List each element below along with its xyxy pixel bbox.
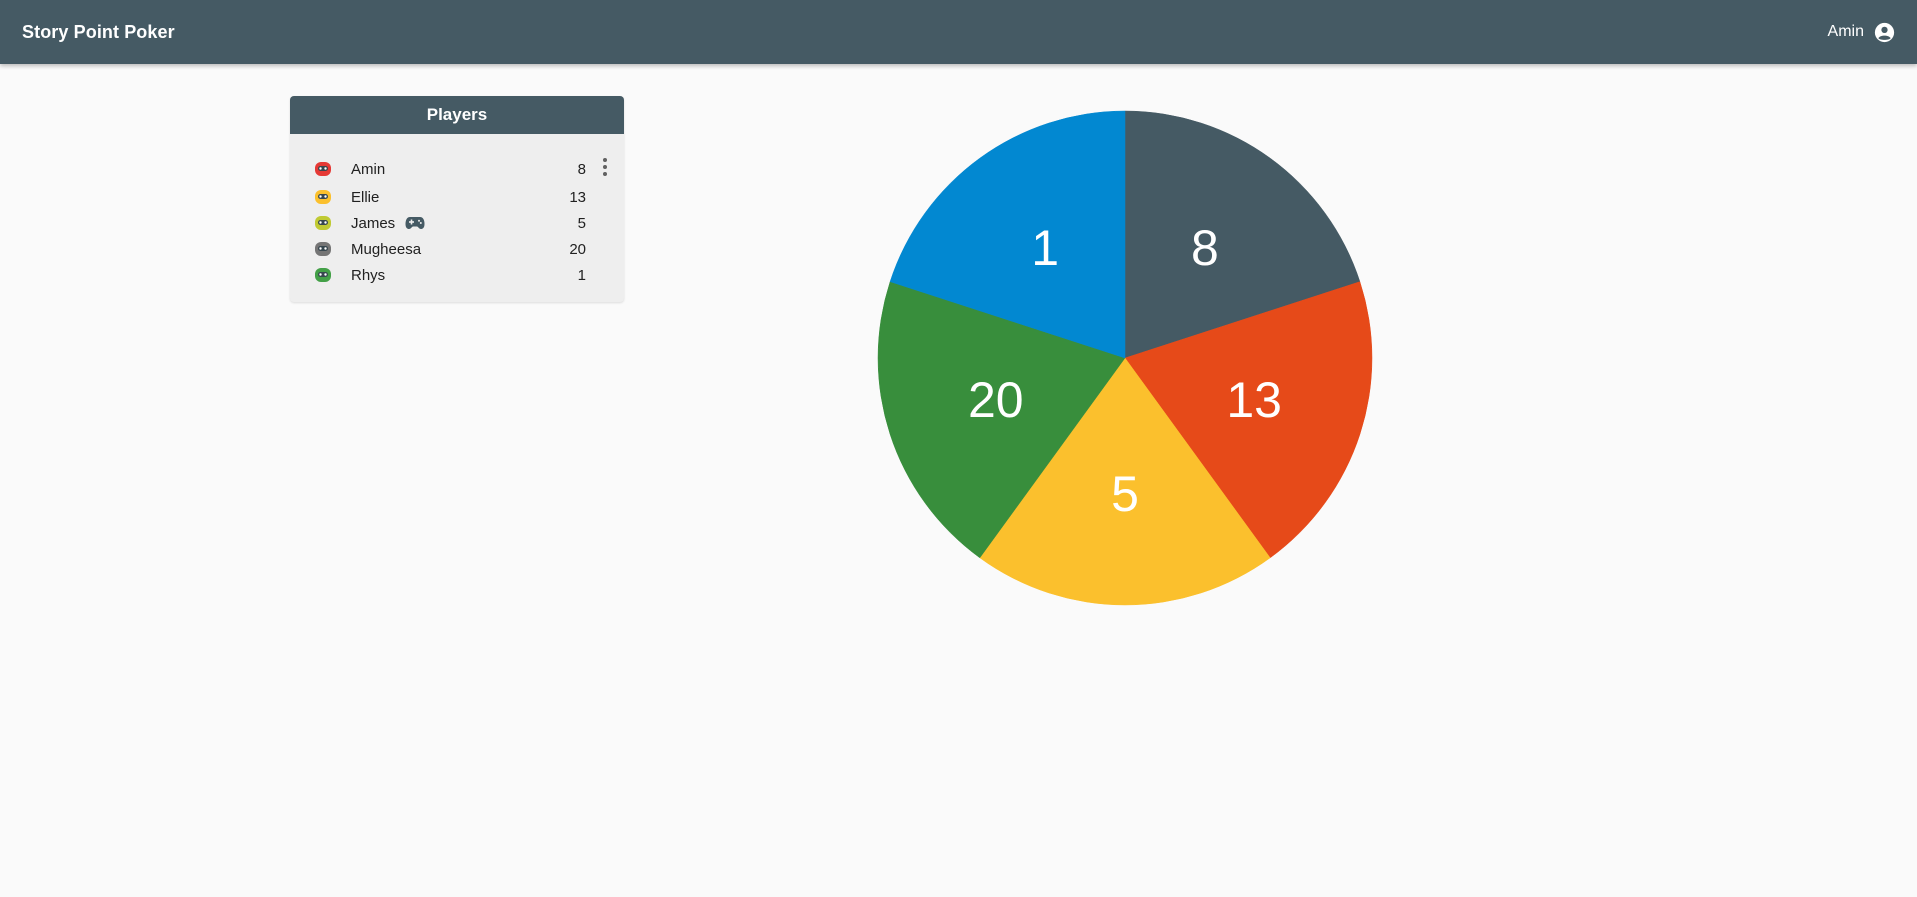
player-name: Amin [351,160,386,178]
player-name: James [351,214,396,232]
player-score: 5 [577,214,586,232]
player-row: Mugheesa 20 [290,236,624,262]
robot-avatar-icon [312,212,334,234]
players-list: Amin 8 Ellie 13 James 5 Mugheesa 20 Rhys 1 [290,134,624,302]
player-score: 1 [577,266,586,284]
account-circle-icon [1874,22,1895,43]
player-score: 20 [569,240,586,258]
player-score: 13 [569,188,586,206]
player-row: Ellie 13 [290,184,624,210]
player-name: Ellie [351,188,380,206]
user-name: Amin [1827,23,1864,40]
pie-chart-svg: 8 13 5 20 1 [877,110,1373,606]
players-panel: Players Amin 8 Ellie 13 James 5 Mugheesa 20 Rhys… [290,96,624,302]
pie-slice-label: 5 [1111,466,1139,522]
robot-avatar-icon [312,158,334,180]
pie-slice-label: 1 [1031,220,1059,276]
robot-avatar-icon [312,264,334,286]
gamepad-icon [405,216,425,230]
more-vert-icon[interactable] [601,158,609,176]
player-row: Amin 8 [290,154,624,184]
robot-avatar-icon [312,238,334,260]
player-score: 8 [577,160,586,178]
pie-slice-label: 13 [1226,372,1282,428]
player-name: Mugheesa [351,240,422,258]
app-title[interactable]: Story Point Poker [22,22,175,43]
app-bar: Story Point Poker Amin [0,0,1917,64]
pie-slice-label: 20 [968,372,1024,428]
players-panel-title: Players [290,96,624,134]
robot-avatar-icon [312,186,334,208]
player-name: Rhys [351,266,386,284]
player-row: Rhys 1 [290,262,624,288]
pie-slice-label: 8 [1191,220,1219,276]
user-menu-button[interactable]: Amin [1828,22,1895,43]
votes-pie-chart: 8 13 5 20 1 [875,108,1375,608]
player-row: James 5 [290,210,624,236]
